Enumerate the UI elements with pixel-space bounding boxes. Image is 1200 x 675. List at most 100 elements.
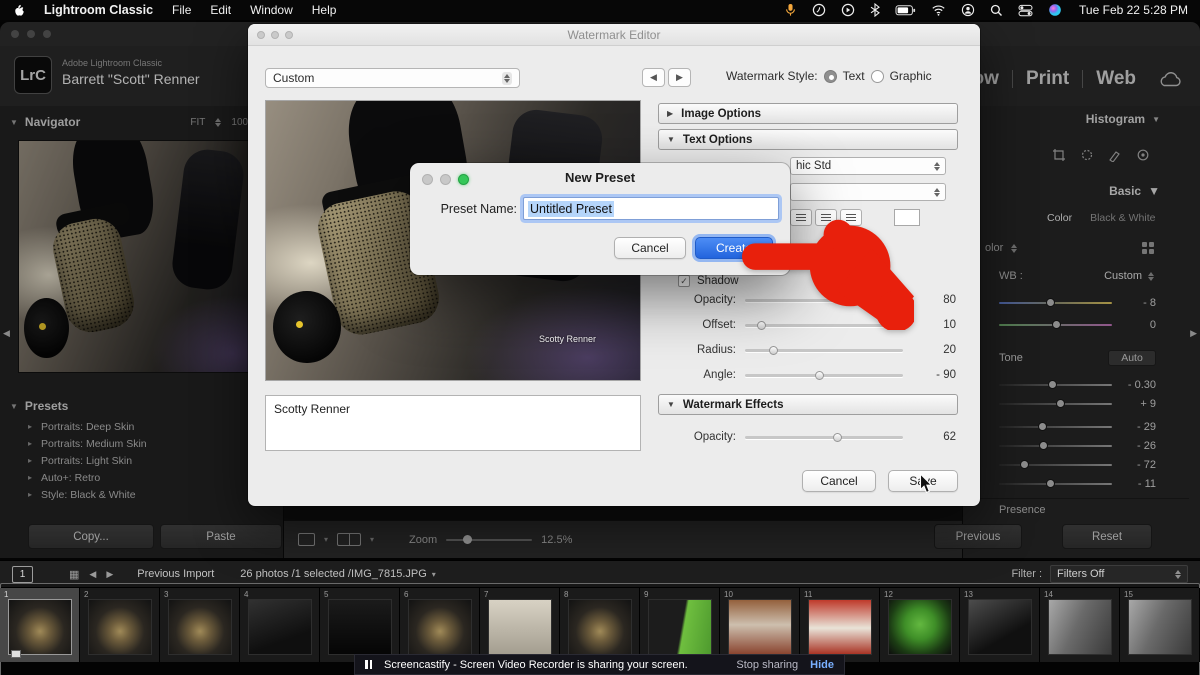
photo-thumbnail[interactable] [168,599,232,655]
slider-track[interactable] [745,349,903,352]
photo-thumbnail[interactable] [968,599,1032,655]
stepper-icon[interactable] [502,72,512,85]
profile-browser-icon[interactable] [1142,242,1154,254]
microphone-icon[interactable] [784,3,797,17]
expand-arrow-icon[interactable]: ▸ [28,439,32,448]
menubar-app-name[interactable]: Lightroom Classic [44,3,153,17]
photo-thumbnail[interactable] [568,599,632,655]
compare-view-icon[interactable] [337,533,361,546]
slider-track[interactable] [999,384,1112,386]
photo-thumbnail[interactable] [328,599,392,655]
cancel-button[interactable]: Cancel [802,470,876,492]
slider-thumb[interactable] [833,433,842,442]
navigator-fit[interactable]: FIT [190,117,205,128]
disclosure-triangle-icon[interactable]: ▼ [10,118,18,127]
filmstrip-cell[interactable]: 6 [400,588,480,662]
photo-thumbnail[interactable] [8,599,72,655]
slider-value[interactable]: - 90 [924,369,958,381]
tint-slider[interactable]: 0 [963,316,1200,334]
stop-sharing-button[interactable]: Stop sharing [736,659,798,671]
image-options-section[interactable]: ▶ Image Options [658,103,958,124]
filmstrip-cell[interactable]: 12 [880,588,960,662]
photo-thumbnail[interactable] [1048,599,1112,655]
module-print[interactable]: Print [1026,68,1069,90]
cancel-button[interactable]: Cancel [614,237,686,259]
zoom-slider[interactable] [446,539,532,541]
filmstrip-cell[interactable]: 15 [1120,588,1200,662]
healing-tool-icon[interactable] [1080,148,1094,162]
crop-tool-icon[interactable] [1052,148,1066,162]
battery-icon[interactable] [895,4,916,17]
disclosure-triangle-icon[interactable]: ▼ [1152,115,1160,124]
user-account-icon[interactable] [961,3,975,17]
blacks-slider[interactable]: - 11 [963,475,1200,493]
slider-track[interactable] [745,436,903,439]
filmstrip-cell[interactable]: 13 [960,588,1040,662]
highlights-slider[interactable]: - 29 [963,418,1200,436]
filmstrip-cell[interactable]: 2 [80,588,160,662]
play-circle-icon[interactable] [841,3,855,17]
menu-edit[interactable]: Edit [210,3,231,17]
treatment-bw[interactable]: Black & White [1090,212,1155,224]
photo-thumbnail[interactable] [648,599,712,655]
presets-header[interactable]: ▼ Presets [0,394,283,418]
mask-tool-icon[interactable] [1136,148,1150,162]
wifi-icon[interactable] [931,4,946,16]
zoom-slider-thumb[interactable] [463,535,472,544]
photo-thumbnail[interactable] [488,599,552,655]
expand-arrow-icon[interactable]: ▸ [28,490,32,499]
menu-window[interactable]: Window [250,3,293,17]
slider-thumb[interactable] [1046,298,1055,307]
filmstrip-cell[interactable]: 4 [240,588,320,662]
slider-value[interactable]: 80 [924,294,958,306]
slider-thumb[interactable] [769,346,778,355]
paste-button[interactable]: Paste [160,524,282,549]
minimize-window-button[interactable] [271,31,279,39]
apple-icon[interactable] [12,3,25,18]
slider-track[interactable] [745,374,903,377]
slider-track[interactable] [999,464,1112,466]
selection-info[interactable]: 26 photos /1 selected /IMG_7815.JPG ▾ [240,568,436,580]
contrast-slider[interactable]: + 9 [963,395,1200,413]
next-photo-icon[interactable]: ▶ [106,569,113,580]
slider-track[interactable] [999,426,1112,428]
close-window-button[interactable] [11,30,19,38]
slider-thumb[interactable] [1056,399,1065,408]
preset-item[interactable]: ▸ Portraits: Medium Skin [0,435,283,452]
zoom-window-button[interactable] [43,30,51,38]
expand-arrow-icon[interactable]: ▸ [28,422,32,431]
slider-thumb[interactable] [815,371,824,380]
temp-slider[interactable]: - 8 [963,294,1200,312]
photo-thumbnail[interactable] [1128,599,1192,655]
wb-preset-select[interactable]: Custom [1104,270,1154,282]
histogram-header[interactable]: Histogram ▼ [963,112,1200,126]
module-web[interactable]: Web [1096,68,1136,90]
watermark-text-input[interactable]: Scotty Renner [265,395,641,451]
slider-thumb[interactable] [1048,380,1057,389]
preset-item[interactable]: ▸ Auto+: Retro [0,469,283,486]
next-image-button[interactable]: ▶ [668,68,691,87]
stepper-icon[interactable] [934,162,940,171]
previous-image-button[interactable]: ◀ [642,68,665,87]
preset-item[interactable]: ▸ Portraits: Deep Skin [0,418,283,435]
exposure-slider[interactable]: - 0.30 [963,376,1200,394]
photo-thumbnail[interactable] [808,599,872,655]
photo-thumbnail[interactable] [728,599,792,655]
shadows-slider[interactable]: - 26 [963,437,1200,455]
photo-thumbnail[interactable] [248,599,312,655]
caret-icon[interactable]: ▾ [432,570,436,579]
navigator-preview[interactable] [18,140,268,373]
zoom-window-button[interactable] [285,31,293,39]
slider-track[interactable] [999,302,1112,304]
spotlight-search-icon[interactable] [990,4,1003,17]
navigator-header[interactable]: ▼ Navigator FIT 100% [0,110,283,134]
treatment-color[interactable]: Color [1047,212,1072,224]
previous-photo-icon[interactable]: ◀ [89,569,96,580]
caret-icon[interactable]: ▾ [370,535,374,544]
auto-tone-button[interactable]: Auto [1108,350,1156,366]
photo-thumbnail[interactable] [888,599,952,655]
slider-thumb[interactable] [1046,479,1055,488]
loupe-view-icon[interactable] [298,533,315,546]
cloud-sync-icon[interactable] [1158,72,1182,88]
filmstrip-cell[interactable]: 14 [1040,588,1120,662]
